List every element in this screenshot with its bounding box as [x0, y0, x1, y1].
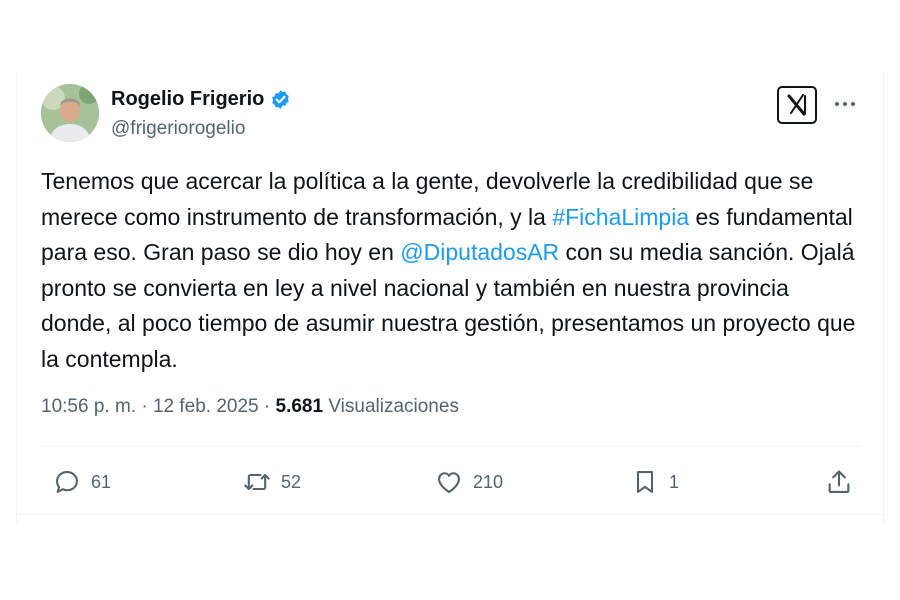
- reply-count: 61: [91, 471, 112, 492]
- views-label: Visualizaciones: [328, 396, 459, 417]
- x-logo-icon[interactable]: [777, 86, 817, 124]
- avatar[interactable]: [41, 84, 99, 142]
- like-count: 210: [473, 471, 504, 492]
- tweet-card: Rogelio Frigerio @frigeriorogelio Tenemo…: [16, 72, 884, 524]
- more-icon[interactable]: [833, 94, 857, 114]
- share-icon: [828, 470, 850, 493]
- tweet-meta: 10:56 p. m. · 12 feb. 2025 · 5.681 Visua…: [41, 396, 459, 418]
- like-icon: [438, 472, 460, 493]
- reply-button[interactable]: 61: [53, 468, 111, 496]
- author-name[interactable]: Rogelio Frigerio: [111, 88, 264, 111]
- action-bar: 61 52 210 1: [41, 450, 861, 514]
- meta-separator: ·: [258, 396, 276, 417]
- verified-badge-icon: [272, 90, 290, 109]
- repost-icon: [244, 473, 270, 491]
- bookmark-icon: [636, 471, 654, 493]
- share-button[interactable]: [825, 468, 863, 496]
- divider: [41, 446, 861, 447]
- meta-separator: ·: [136, 396, 153, 417]
- reply-icon: [56, 471, 78, 493]
- mention-link[interactable]: @DiputadosAR: [400, 239, 559, 265]
- views-count: 5.681: [275, 396, 324, 417]
- bookmark-count: 1: [669, 471, 680, 492]
- card-bottom-border: [17, 514, 883, 515]
- bookmark-button[interactable]: 1: [631, 468, 679, 496]
- author-handle[interactable]: @frigeriorogelio: [111, 118, 245, 140]
- tweet-date[interactable]: 12 feb. 2025: [153, 396, 259, 417]
- repost-button[interactable]: 52: [243, 468, 301, 496]
- hashtag-link[interactable]: #FichaLimpia: [552, 204, 689, 230]
- like-button[interactable]: 210: [435, 468, 503, 496]
- tweet-time[interactable]: 10:56 p. m.: [41, 396, 136, 417]
- repost-count: 52: [281, 471, 302, 492]
- tweet-text: Tenemos que acercar la política a la gen…: [41, 164, 861, 377]
